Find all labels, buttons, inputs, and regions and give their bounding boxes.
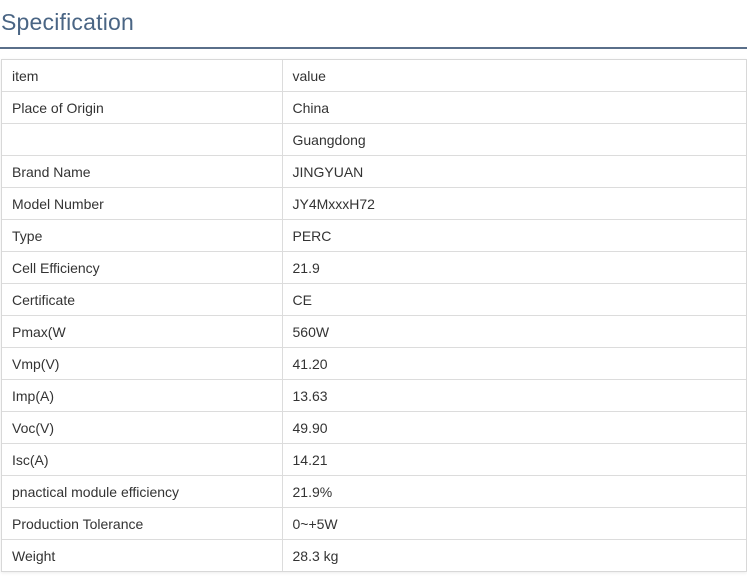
spec-value-cell: PERC	[282, 219, 746, 252]
table-row: Voc(V) 49.90	[2, 411, 746, 444]
spec-item-cell: Certificate	[2, 283, 283, 316]
table-row: Pmax(W 560W	[2, 315, 746, 348]
table-row: Weight 28.3 kg	[2, 539, 746, 571]
spec-value-cell: 28.3 kg	[292, 547, 339, 564]
spec-value-cell: 21.9%	[282, 475, 746, 508]
spec-item-cell: Imp(A)	[2, 379, 283, 412]
table-row: Brand Name JINGYUAN	[2, 155, 746, 188]
spec-item-cell: Isc(A)	[2, 443, 283, 476]
table-header-row: item value	[2, 60, 746, 92]
spec-table-container: item value Place of Origin China Guangdo…	[1, 59, 747, 572]
spec-value-cell: 41.20	[282, 347, 746, 380]
spec-item-cell: Brand Name	[2, 155, 283, 188]
table-row: Isc(A) 14.21	[2, 443, 746, 476]
table-row: Production Tolerance 0~+5W	[2, 507, 746, 540]
spec-value-cell: CE	[282, 283, 746, 316]
table-row: Vmp(V) 41.20	[2, 347, 746, 380]
spec-item-cell: Pmax(W	[2, 315, 283, 348]
table-row: Guangdong	[2, 123, 746, 156]
table-row: Cell Efficiency 21.9	[2, 251, 746, 284]
table-row: Place of Origin China	[2, 91, 746, 124]
spec-item-cell: pnactical module efficiency	[2, 475, 283, 508]
spec-value-cell: Guangdong	[282, 123, 746, 156]
spec-item-cell: Model Number	[2, 187, 283, 220]
spec-table: item value Place of Origin China Guangdo…	[2, 60, 746, 571]
spec-value-cell: 49.90	[282, 411, 746, 444]
spec-item-cell: Cell Efficiency	[2, 251, 283, 284]
table-row: Model Number JY4MxxxH72	[2, 187, 746, 220]
spec-item-cell: Type	[2, 219, 283, 252]
spec-item-cell: Place of Origin	[2, 91, 283, 124]
spec-item-cell: Weight	[2, 539, 283, 571]
table-row: Certificate CE	[2, 283, 746, 316]
spec-item-cell: Vmp(V)	[2, 347, 283, 380]
spec-value-cell: 21.9	[282, 251, 746, 284]
spec-value-cell: 560W	[282, 315, 746, 348]
table-row: Type PERC	[2, 219, 746, 252]
table-row: pnactical module efficiency 21.9%	[2, 475, 746, 508]
spec-value-cell: 0~+5W	[282, 507, 746, 540]
page-title: Specification	[1, 9, 135, 35]
spec-value-cell: China	[282, 91, 746, 124]
spec-item-cell: Production Tolerance	[2, 507, 283, 540]
spec-value-cell: JY4MxxxH72	[282, 187, 746, 220]
header-item-cell: item	[2, 60, 283, 92]
spec-item-cell: Voc(V)	[2, 411, 283, 444]
header-value-cell: value	[282, 60, 746, 92]
spec-value-cell: JINGYUAN	[282, 155, 746, 188]
spec-item-cell	[2, 123, 283, 156]
table-row: Imp(A) 13.63	[2, 379, 746, 412]
title-divider	[0, 47, 747, 49]
spec-value-cell: 13.63	[282, 379, 746, 412]
spec-value-cell: 14.21	[282, 443, 746, 476]
